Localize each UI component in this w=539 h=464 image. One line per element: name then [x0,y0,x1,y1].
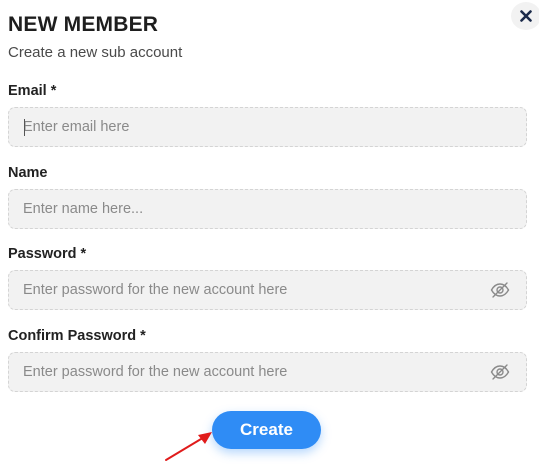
red-arrow-icon [165,432,212,461]
password-label: Password * [8,246,87,262]
confirm-password-visibility-toggle[interactable] [490,363,510,381]
dialog-title: NEW MEMBER [8,13,159,36]
eye-slash-icon [490,282,510,298]
email-label: Email * [8,83,57,99]
confirm-password-field[interactable] [23,353,493,391]
dialog-subtitle: Create a new sub account [8,44,183,61]
password-field-wrapper [8,270,527,310]
text-caret [24,119,25,136]
email-field-wrapper [8,107,527,147]
password-visibility-toggle[interactable] [490,281,510,299]
email-field[interactable] [23,108,493,146]
close-button[interactable] [511,2,539,30]
confirm-password-label: Confirm Password * [8,328,146,344]
name-field-wrapper [8,189,527,229]
name-field[interactable] [23,190,493,228]
eye-slash-icon [490,364,510,380]
confirm-password-field-wrapper [8,352,527,392]
create-button[interactable]: Create [212,411,321,449]
password-field[interactable] [23,271,493,309]
name-label: Name [8,165,48,181]
new-member-dialog: NEW MEMBER Create a new sub account Emai… [0,0,539,464]
close-icon [520,10,532,22]
